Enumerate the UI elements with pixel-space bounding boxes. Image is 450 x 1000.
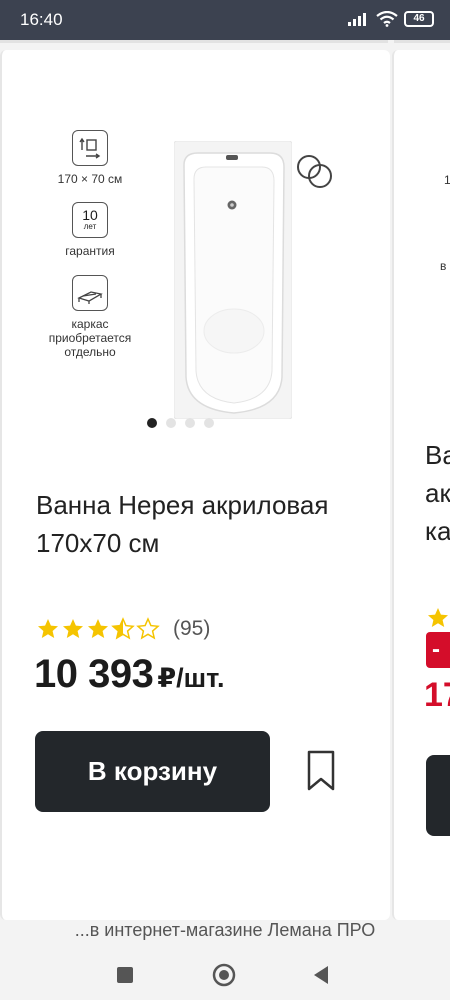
back-button[interactable] xyxy=(306,960,336,990)
home-button[interactable] xyxy=(209,960,239,990)
star-empty-icon xyxy=(136,617,160,640)
signal-icon xyxy=(348,13,366,26)
price-amount: 10 393 xyxy=(34,652,154,696)
bookmark-icon[interactable] xyxy=(305,750,337,792)
next-title-line[interactable]: ка xyxy=(425,512,450,550)
gallery-dot-active[interactable] xyxy=(147,418,157,428)
gallery-dots xyxy=(147,418,214,428)
review-count[interactable]: (95) xyxy=(173,617,210,641)
star-full-icon xyxy=(38,619,58,638)
status-time: 16:40 xyxy=(20,10,63,29)
status-bar: 16:40 46 xyxy=(0,0,450,40)
add-to-cart-button[interactable]: В корзину xyxy=(35,731,270,812)
price-unit: ₽/шт. xyxy=(157,663,225,693)
rating[interactable]: (95) xyxy=(36,617,210,641)
top-strip xyxy=(0,40,450,50)
triangle-back-icon xyxy=(314,966,328,984)
product-card[interactable]: 170 × 70 см 10 лет гарантия каркас приоб… xyxy=(0,50,390,920)
star-full-icon xyxy=(63,619,83,638)
recents-button[interactable] xyxy=(110,960,140,990)
next-discount-badge: - xyxy=(426,632,450,668)
next-title-line[interactable]: ак xyxy=(425,474,450,512)
gallery-dot[interactable] xyxy=(204,418,214,428)
feature-dimensions: 170 × 70 см xyxy=(40,130,140,186)
gallery-dot[interactable] xyxy=(185,418,195,428)
price: 10 393 ₽/шт. xyxy=(34,652,225,697)
square-icon xyxy=(117,967,133,983)
feature-warranty: 10 лет гарантия xyxy=(40,202,140,258)
next-title-line[interactable]: Ва xyxy=(425,436,450,474)
bathtub-image[interactable] xyxy=(174,141,292,419)
status-icons: 46 xyxy=(348,11,434,27)
dimensions-icon xyxy=(72,130,108,166)
compare-icon[interactable] xyxy=(294,152,336,194)
circle-icon xyxy=(212,963,236,987)
next-product-card[interactable]: 1 в Ва ак ка - 17 xyxy=(392,50,450,920)
battery-indicator: 46 xyxy=(404,11,434,27)
gallery-dot[interactable] xyxy=(166,418,176,428)
next-price: 17 xyxy=(424,676,450,714)
next-star-icon xyxy=(428,608,448,627)
star-full-icon xyxy=(88,619,108,638)
navigation-bar xyxy=(0,950,450,1000)
product-title[interactable]: Ванна Нерея акриловая 170x70 см xyxy=(36,486,356,562)
next-feature-label: в xyxy=(440,259,447,273)
footer-text: ...в интернет-магазине Лемана ПРО xyxy=(74,920,376,940)
next-add-to-cart-button[interactable] xyxy=(426,755,450,836)
star-half-icon xyxy=(111,617,135,640)
next-feature-label: 1 xyxy=(444,173,450,187)
warranty-icon: 10 лет xyxy=(72,202,108,238)
frame-icon xyxy=(72,275,108,311)
wifi-icon xyxy=(376,11,398,27)
feature-frame: каркас приобретается отдельно xyxy=(40,275,140,359)
